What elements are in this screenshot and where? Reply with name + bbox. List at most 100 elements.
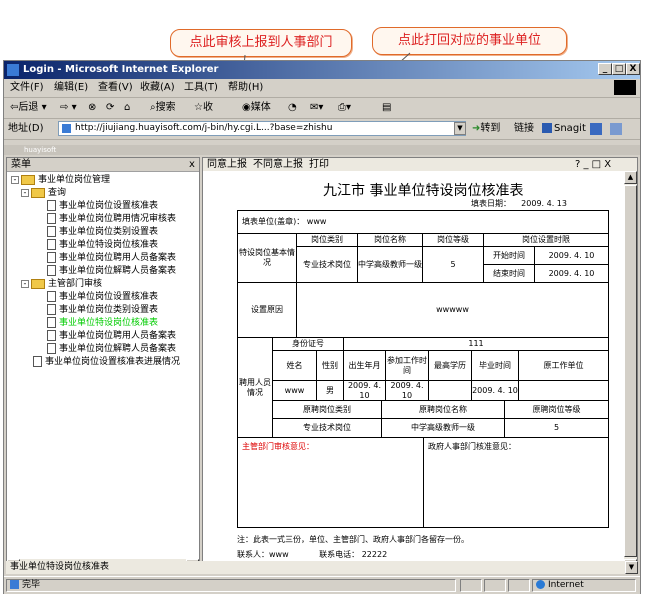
snagit-capture-icon[interactable] xyxy=(590,123,602,135)
media-icon: ◉ xyxy=(242,102,251,113)
tree-item[interactable]: 事业单位岗位类别设置表 xyxy=(47,304,158,316)
form-note: 注：此表一式三份，单位、主管部门、政府人事部门各留存一份。 xyxy=(237,535,469,544)
forward-arrow-icon: ⇨ xyxy=(60,102,69,113)
orig-cat-value: 专业技术岗位 xyxy=(272,418,382,438)
tree-item[interactable]: 事业单位岗位设置核准表 xyxy=(47,291,158,303)
unit-row: 填表单位(盖章)： www xyxy=(237,210,609,234)
orig-cat-label: 原聘岗位类别 xyxy=(272,400,382,419)
collapse-icon[interactable]: - xyxy=(21,188,29,197)
name-label: 姓名 xyxy=(272,350,317,381)
frame-title: huayisoft xyxy=(24,146,57,154)
tree-item[interactable]: 事业单位岗位类别设置表 xyxy=(47,226,158,238)
edit-icon[interactable]: ▤ xyxy=(382,98,391,118)
forward-button[interactable]: ⇨ ▾ xyxy=(60,98,77,118)
history-icon[interactable]: ◔ xyxy=(288,98,297,118)
content-window-controls[interactable]: ? _ □ X xyxy=(575,158,611,171)
menu-pane-close-icon[interactable]: x xyxy=(189,158,195,171)
snagit-button[interactable]: Snagit xyxy=(542,119,586,139)
reject-button[interactable]: 不同意上报 xyxy=(253,158,303,171)
approve-button[interactable]: 同意上报 xyxy=(207,158,247,171)
menu-view[interactable]: 查看(V) xyxy=(98,79,133,97)
edu-value xyxy=(428,380,472,401)
refresh-icon[interactable]: ⟳ xyxy=(106,98,114,118)
document-icon xyxy=(47,265,56,276)
print-icon[interactable]: ⎙▾ xyxy=(338,98,351,118)
collapse-icon[interactable]: - xyxy=(11,175,19,184)
grad-value: 2009. 4. 10 xyxy=(471,380,519,401)
windows-logo-icon xyxy=(614,80,636,95)
orig-unit-label: 原工作单位 xyxy=(518,350,609,381)
content-vscrollbar[interactable]: ▲ ▼ xyxy=(624,171,637,572)
menu-favorites[interactable]: 收藏(A) xyxy=(140,79,175,97)
browser-window: Login - Microsoft Internet Explorer _ □ … xyxy=(3,60,641,594)
links-button[interactable]: 链接 xyxy=(514,119,534,139)
tree-item[interactable]: 事业单位岗位聘用情况审核表 xyxy=(47,213,176,225)
tree-item[interactable]: 事业单位岗位解聘人员备案表 xyxy=(47,265,176,277)
frame-scroll-button[interactable]: ▼ xyxy=(625,561,638,574)
address-bar: 地址(D) http://jiujiang.huayisoft.com/j-bi… xyxy=(4,119,640,140)
back-button[interactable]: ⇦后退 ▾ xyxy=(10,98,47,118)
gender-value: 男 xyxy=(316,380,344,401)
menu-tools[interactable]: 工具(T) xyxy=(184,79,218,97)
gender-label: 性别 xyxy=(316,350,344,381)
search-button[interactable]: ⌕搜索 xyxy=(150,98,176,118)
form-title: 九江市 事业单位特设岗位核准表 xyxy=(323,183,524,199)
tree-item[interactable]: 事业单位岗位解聘人员备案表 xyxy=(47,343,176,355)
media-button[interactable]: ◉媒体 xyxy=(242,98,271,118)
stop-icon[interactable]: ⊗ xyxy=(88,98,96,118)
favorites-icon: ☆ xyxy=(194,102,203,113)
collapse-icon[interactable]: - xyxy=(21,279,29,288)
address-dropdown-button[interactable]: ▼ xyxy=(454,122,466,135)
document-icon xyxy=(47,291,56,302)
tree-item[interactable]: 事业单位岗位聘用人员备案表 xyxy=(47,252,176,264)
folder-icon xyxy=(31,278,45,289)
scroll-thumb[interactable] xyxy=(624,185,637,557)
document-icon xyxy=(47,252,56,263)
tree-group-review[interactable]: - 主管部门审核 xyxy=(21,278,102,290)
mail-icon[interactable]: ✉▾ xyxy=(310,98,323,118)
category-value: 专业技术岗位 xyxy=(296,246,358,283)
tree-item[interactable]: 事业单位岗位设置核准表进展情况 xyxy=(33,356,180,368)
scroll-up-button[interactable]: ▲ xyxy=(624,171,637,184)
go-button[interactable]: ➜转到 xyxy=(472,119,500,139)
home-icon[interactable]: ⌂ xyxy=(124,98,130,118)
tree-group-query[interactable]: - 查询 xyxy=(21,187,66,199)
maximize-button[interactable]: □ xyxy=(612,63,626,75)
snagit-settings-icon[interactable] xyxy=(610,123,622,135)
status-panel-2 xyxy=(484,579,506,592)
orig-name-value: 中学高级教师一级 xyxy=(381,418,505,438)
document-icon xyxy=(47,213,56,224)
menu-help[interactable]: 帮助(H) xyxy=(228,79,263,97)
edu-label: 最高学历 xyxy=(428,350,472,381)
tree-item-selected[interactable]: 事业单位特设岗位核准表 xyxy=(47,317,158,329)
content-toolbar: 同意上报 不同意上报 打印 ? _ □ X xyxy=(203,158,637,171)
start-value: 2009. 4. 10 xyxy=(534,246,609,265)
standard-toolbar: ⇦后退 ▾ ⇨ ▾ ⊗ ⟳ ⌂ ⌕搜索 ☆收 ◉媒体 ◔ ✉▾ ⎙▾ ▤ xyxy=(4,98,640,119)
menu-pane: 菜单 x - 事业单位岗位管理 - 查询 事业单位岗位设置核准表 事业单位岗位聘用情… xyxy=(6,157,200,573)
hired-label: 聘用人员情况 xyxy=(237,337,273,438)
name-value: www xyxy=(272,380,317,401)
document-icon xyxy=(47,330,56,341)
end-label: 结束时间 xyxy=(483,264,535,283)
favorites-button[interactable]: ☆收 xyxy=(194,98,213,118)
document-icon xyxy=(33,356,42,367)
tree-item[interactable]: 事业单位特设岗位核准表 xyxy=(47,239,158,251)
tree-root[interactable]: - 事业单位岗位管理 xyxy=(11,174,110,186)
basic-label: 特设岗位基本情况 xyxy=(237,233,297,283)
print-button[interactable]: 打印 xyxy=(309,158,329,171)
orig-unit-value xyxy=(518,380,609,401)
menu-edit[interactable]: 编辑(E) xyxy=(54,79,88,97)
tree-item[interactable]: 事业单位岗位聘用人员备案表 xyxy=(47,330,176,342)
address-input[interactable]: http://jiujiang.huayisoft.com/j-bin/hy.c… xyxy=(58,121,466,136)
document-icon xyxy=(47,304,56,315)
frame-status: 事业单位特设岗位核准表 ▼ xyxy=(6,561,638,574)
status-panel-1 xyxy=(460,579,482,592)
menu-file[interactable]: 文件(F) xyxy=(10,79,44,97)
minimize-button[interactable]: _ xyxy=(598,63,612,75)
frame-status-text: 事业单位特设岗位核准表 xyxy=(10,562,110,572)
address-label: 地址(D) xyxy=(8,123,44,134)
tree-item[interactable]: 事业单位岗位设置核准表 xyxy=(47,200,158,212)
close-button[interactable]: X xyxy=(626,63,640,75)
work-label: 参加工作时间 xyxy=(385,350,429,381)
idno-label: 身份证号 xyxy=(272,337,344,351)
